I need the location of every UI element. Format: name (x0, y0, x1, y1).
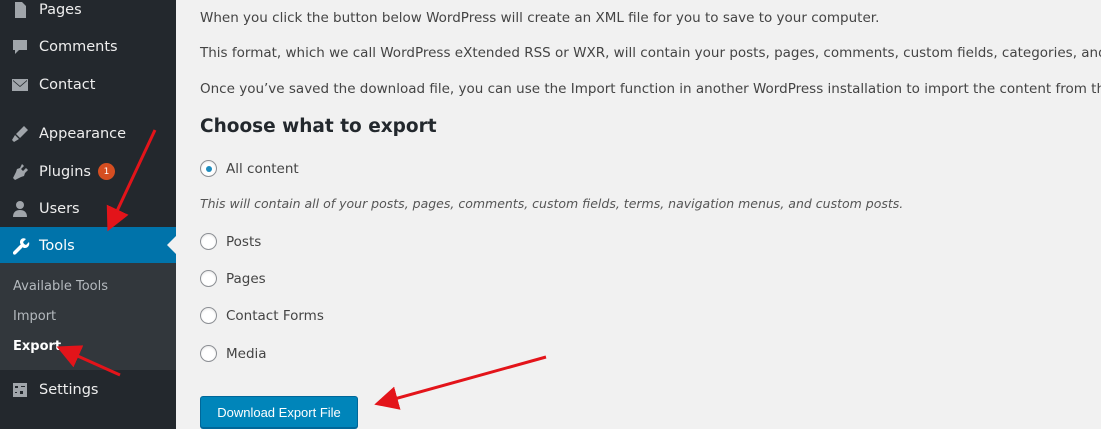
sidebar-item-pages[interactable]: Pages (0, 0, 176, 28)
sidebar-item-label: Contact (39, 76, 96, 93)
sidebar-item-appearance[interactable]: Appearance (0, 115, 176, 152)
sidebar-item-label: Pages (39, 1, 82, 18)
tools-submenu: Available Tools Import Export (0, 263, 176, 370)
format-paragraph: This format, which we call WordPress eXt… (200, 45, 1101, 61)
option-label: Posts (226, 233, 262, 250)
page-section-heading: Choose what to export (200, 116, 437, 137)
sidebar-item-label: Appearance (39, 125, 127, 142)
export-option-all-content[interactable]: All content (200, 160, 299, 177)
admin-sidebar: Pages Comments Contact Appearance Plugin… (0, 0, 176, 429)
radio-button-pages[interactable] (200, 270, 217, 287)
export-option-media[interactable]: Media (200, 345, 267, 362)
radio-button-all-content[interactable] (200, 160, 217, 177)
pages-icon (10, 0, 30, 20)
sidebar-item-label: Users (39, 200, 80, 217)
option-label: All content (226, 160, 299, 177)
appearance-icon (10, 124, 30, 144)
sidebar-item-label: Settings (39, 381, 99, 398)
comments-icon (10, 37, 30, 57)
download-export-file-button[interactable]: Download Export File (200, 396, 358, 428)
active-indicator-notch (167, 236, 176, 254)
sidebar-item-tools[interactable]: Tools (0, 227, 176, 264)
submenu-item-export[interactable]: Export (13, 339, 61, 354)
all-content-description: This will contain all of your posts, pag… (200, 196, 904, 211)
submenu-item-import[interactable]: Import (13, 309, 56, 324)
settings-icon (10, 380, 30, 400)
sidebar-item-settings[interactable]: Settings (0, 371, 176, 408)
sidebar-item-comments[interactable]: Comments (0, 28, 176, 65)
export-option-contact-forms[interactable]: Contact Forms (200, 307, 324, 324)
sidebar-item-label: Comments (39, 38, 118, 55)
wrench-icon (10, 236, 30, 256)
submenu-item-available-tools[interactable]: Available Tools (13, 279, 108, 294)
sidebar-item-label: Plugins (39, 163, 91, 180)
option-label: Pages (226, 270, 266, 287)
option-label: Contact Forms (226, 307, 324, 324)
users-icon (10, 199, 30, 219)
radio-button-media[interactable] (200, 345, 217, 362)
radio-button-contact-forms[interactable] (200, 307, 217, 324)
contact-icon (10, 75, 30, 95)
sidebar-item-contact[interactable]: Contact (0, 66, 176, 103)
import-paragraph: Once you’ve saved the download file, you… (200, 81, 1101, 97)
sidebar-item-label: Tools (39, 237, 75, 254)
plugins-icon (10, 162, 30, 182)
sidebar-item-plugins[interactable]: Plugins 1 (0, 153, 176, 190)
radio-button-posts[interactable] (200, 233, 217, 250)
export-option-pages[interactable]: Pages (200, 270, 266, 287)
export-option-posts[interactable]: Posts (200, 233, 261, 250)
intro-paragraph: When you click the button below WordPres… (200, 10, 880, 26)
option-label: Media (226, 345, 267, 362)
export-main-content: When you click the button below WordPres… (200, 0, 1101, 429)
sidebar-item-users[interactable]: Users (0, 190, 176, 227)
plugins-update-badge: 1 (97, 163, 115, 180)
